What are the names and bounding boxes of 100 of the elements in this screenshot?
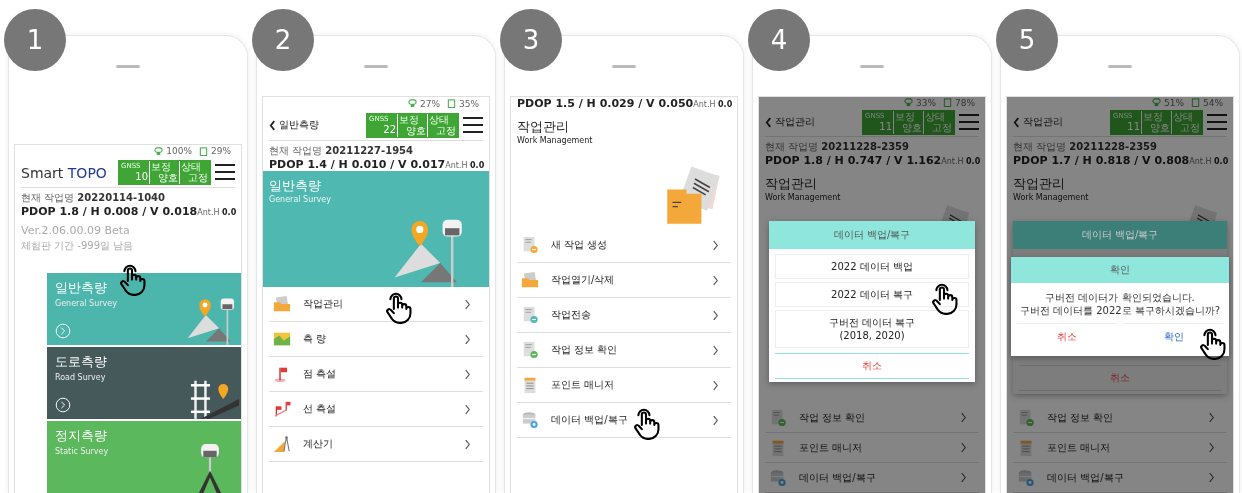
dialog-title: 데이터 백업/복구 xyxy=(1013,221,1227,249)
precision-readout: PDOP 1.8 / H 0.008 / V 0.018 xyxy=(21,205,198,218)
chevron-right-icon xyxy=(712,274,719,286)
menu-item[interactable]: 작업열기/삭제 xyxy=(517,263,731,298)
receiver-level: 27% xyxy=(419,98,440,109)
receiver-icon xyxy=(903,98,913,108)
gnss-value: 고정 xyxy=(188,171,208,184)
receiver-level: 100% xyxy=(166,146,192,157)
battery-icon xyxy=(943,98,952,108)
trial-period-text: 체험판 기간 -999일 남음 xyxy=(21,239,135,253)
gnss-label: 보정 xyxy=(895,110,916,122)
gnss-label: 상태 xyxy=(1173,110,1194,122)
flags-icon xyxy=(273,400,291,418)
receiver-icon xyxy=(1151,98,1161,108)
chevron-right-icon xyxy=(464,333,471,345)
dialog-option-button[interactable]: 구버전 데이터 복구 (2018, 2020) xyxy=(775,310,969,348)
receiver-icon xyxy=(154,146,164,156)
gnss-value: 고정 xyxy=(436,124,456,137)
database-icon xyxy=(1017,468,1035,487)
speaker-slot xyxy=(116,65,140,68)
current-job-name: 현재 작업명 20220114-1040 xyxy=(21,191,166,205)
gnss-value: 양호 xyxy=(406,124,426,137)
database-icon xyxy=(769,468,787,487)
menu-item[interactable]: 작업 정보 확인 xyxy=(765,403,979,433)
survey-mode-card[interactable]: 도로측량 Road Survey xyxy=(47,347,241,419)
back-button[interactable]: 작업관리 xyxy=(1013,115,1063,130)
menu-item[interactable]: 작업전송 xyxy=(517,298,731,333)
antenna-height: Ant.H 0.0 xyxy=(445,161,485,170)
chevron-right-icon xyxy=(464,403,471,415)
card-title: 도로측량 xyxy=(55,353,107,371)
current-job-name: 현재 작업명 20211228-2359 xyxy=(765,140,910,154)
banner-subtitle: General Survey xyxy=(269,195,331,204)
chevron-right-icon xyxy=(1208,442,1215,453)
section-title: 작업관리 xyxy=(517,118,569,136)
chevron-right-icon xyxy=(712,309,719,321)
menu-item[interactable]: 새 작업 생성 xyxy=(517,228,731,263)
chevron-right-icon xyxy=(712,379,719,391)
chevron-right-icon xyxy=(464,438,471,450)
battery-level: 35% xyxy=(459,98,479,109)
confirm-title: 확인 xyxy=(1011,257,1229,283)
menu-item[interactable]: 측 량 xyxy=(269,322,483,357)
database-icon xyxy=(521,411,539,429)
gnss-label: 상태 xyxy=(925,110,946,122)
menu-button[interactable] xyxy=(215,164,235,181)
gnss-value: 고정 xyxy=(1180,121,1200,134)
gnss-label: 상태 xyxy=(181,160,202,172)
step-number-badge: 3 xyxy=(500,9,562,71)
menu-button[interactable] xyxy=(463,117,483,133)
back-button[interactable]: 일반측량 xyxy=(269,118,319,132)
gnss-value: 양호 xyxy=(1150,121,1170,134)
receiver-icon xyxy=(407,99,417,108)
back-button[interactable]: 작업관리 xyxy=(765,115,815,130)
version-text: Ver.2.06.00.09 Beta xyxy=(21,224,131,237)
chevron-right-icon xyxy=(712,239,719,251)
menu-item[interactable]: 포인트 매니저 xyxy=(517,368,731,403)
menu-item[interactable]: 데이터 백업/복구 xyxy=(765,463,979,493)
antenna-height: Ant.H 0.0 xyxy=(197,208,237,217)
speaker-slot xyxy=(612,65,636,68)
confirm-message: 구버전 데이터가 확인되었습니다. xyxy=(1045,291,1195,304)
current-job-name: 현재 작업명 20211227-1954 xyxy=(269,144,414,158)
menu-item[interactable]: 데이터 백업/복구 xyxy=(1013,463,1227,493)
menu-item[interactable]: 선 측설 xyxy=(269,392,483,427)
section-subtitle: Work Management xyxy=(1013,193,1089,202)
receiver-level: 51% xyxy=(1163,97,1184,108)
gnss-value: 22 xyxy=(382,123,396,136)
menu-item[interactable]: 작업관리 xyxy=(269,287,483,322)
menu-item[interactable]: 점 측설 xyxy=(269,357,483,392)
precision-readout: PDOP 1.4 / H 0.010 / V 0.017 xyxy=(269,158,446,171)
menu-item[interactable]: 포인트 매니저 xyxy=(1013,433,1227,463)
card-title: 정지측량 xyxy=(55,427,107,445)
document-info-icon xyxy=(769,408,787,427)
step-number-badge: 5 xyxy=(996,9,1058,71)
gnss-label: 보정 xyxy=(1143,110,1164,122)
chevron-right-icon xyxy=(464,298,471,310)
document-info-icon xyxy=(1017,408,1035,427)
gnss-value: 양호 xyxy=(902,121,922,134)
chevron-right-icon xyxy=(960,442,967,453)
folder-icon xyxy=(273,295,291,313)
current-job-name: 현재 작업명 20211228-2359 xyxy=(1013,140,1158,154)
menu-item[interactable]: 작업 정보 확인 xyxy=(1013,403,1227,433)
map-icon xyxy=(273,330,291,348)
banner-title: 일반측량 xyxy=(269,177,321,195)
menu-item[interactable]: 작업 정보 확인 xyxy=(517,333,731,368)
menu-item[interactable]: 포인트 매니저 xyxy=(765,433,979,463)
chevron-right-icon xyxy=(960,472,967,483)
dialog-option-button[interactable]: 2022 데이터 백업 xyxy=(775,254,969,279)
section-subtitle: Work Management xyxy=(765,193,841,202)
cancel-button[interactable]: 취소 xyxy=(775,353,969,379)
card-subtitle: Static Survey xyxy=(55,447,109,456)
document-info-icon xyxy=(521,341,539,359)
gnss-value: 11 xyxy=(1126,120,1140,133)
confirm-message: 구버전 데이터를 2022로 복구하시겠습니까? xyxy=(1019,304,1221,317)
menu-item[interactable]: 계산기 xyxy=(269,427,483,462)
menu-item[interactable]: 데이터 백업/복구 xyxy=(517,403,731,438)
dialog-option-button[interactable]: 2022 데이터 복구 xyxy=(775,282,969,307)
gnss-value: 고정 xyxy=(932,121,952,134)
ruler-compass-icon xyxy=(273,435,291,453)
gnss-value: 양호 xyxy=(158,171,178,184)
card-subtitle: General Survey xyxy=(55,299,117,308)
gnss-label: 보정 xyxy=(399,113,420,125)
